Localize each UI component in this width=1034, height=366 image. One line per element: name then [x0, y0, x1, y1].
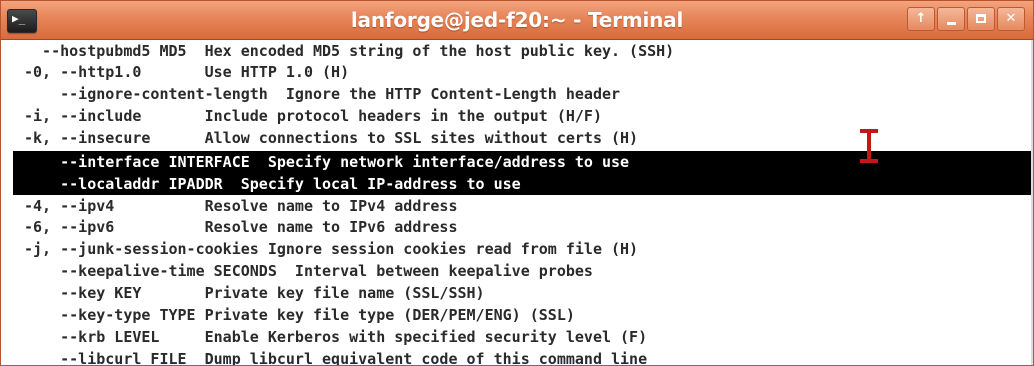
- terminal-line-text: --localaddr IPADDR Specify local IP-addr…: [24, 175, 521, 193]
- scrollbar-edge[interactable]: [1031, 40, 1033, 365]
- terminal-line: --hostpubmd5 MD5 Hex encoded MD5 string …: [1, 40, 1033, 62]
- terminal-line-text: -k, --insecure Allow connections to SSL …: [24, 129, 639, 147]
- terminal-line-text: --hostpubmd5 MD5 Hex encoded MD5 string …: [24, 42, 675, 60]
- terminal-output[interactable]: --hostpubmd5 MD5 Hex encoded MD5 string …: [1, 40, 1033, 366]
- arrow-up-label: ↑: [915, 11, 927, 26]
- terminal-line-text: -6, --ipv6 Resolve name to IPv6 address: [24, 218, 458, 236]
- terminal-line-text: --libcurl FILE Dump libcurl equivalent c…: [24, 350, 648, 366]
- text-cursor-icon: [860, 129, 882, 167]
- terminal-line: -6, --ipv6 Resolve name to IPv6 address: [1, 216, 1033, 238]
- terminal-line-text: -4, --ipv4 Resolve name to IPv4 address: [24, 197, 458, 215]
- terminal-line-text: --ignore-content-length Ignore the HTTP …: [24, 85, 621, 103]
- terminal-line-text: --krb LEVEL Enable Kerberos with specifi…: [24, 328, 648, 346]
- terminal-line-text: --keepalive-time SECONDS Interval betwee…: [24, 262, 593, 280]
- maximize-icon[interactable]: [967, 7, 995, 31]
- terminal-line: -j, --junk-session-cookies Ignore sessio…: [1, 238, 1033, 260]
- terminal-line: --key-type TYPE Private key file type (D…: [1, 304, 1033, 326]
- terminal-line: -4, --ipv4 Resolve name to IPv4 address: [1, 195, 1033, 217]
- terminal-line-selected[interactable]: --localaddr IPADDR Specify local IP-addr…: [13, 173, 1033, 195]
- terminal-line: -0, --http1.0 Use HTTP 1.0 (H): [1, 61, 1033, 83]
- terminal-line: --libcurl FILE Dump libcurl equivalent c…: [1, 348, 1033, 366]
- terminal-line-text: -j, --junk-session-cookies Ignore sessio…: [24, 240, 639, 258]
- text-cursor-stem: [867, 131, 871, 161]
- terminal-line-text: --interface INTERFACE Specify network in…: [24, 153, 630, 171]
- minimize-icon[interactable]: [937, 7, 965, 31]
- arrow-up-icon[interactable]: ↑: [907, 7, 935, 31]
- terminal-line-text: --key KEY Private key file name (SSL/SSH…: [24, 284, 485, 302]
- terminal-line: --krb LEVEL Enable Kerberos with specifi…: [1, 326, 1033, 348]
- terminal-line: --keepalive-time SECONDS Interval betwee…: [1, 260, 1033, 282]
- terminal-window: ▶_ lanforge@jed-f20:~ - Terminal ↑ ✕ --h…: [0, 0, 1034, 366]
- minimize-bar: [947, 22, 956, 25]
- maximize-box: [976, 14, 986, 23]
- terminal-line: --key KEY Private key file name (SSL/SSH…: [1, 282, 1033, 304]
- window-title: lanforge@jed-f20:~ - Terminal: [350, 8, 684, 32]
- title-bar[interactable]: ▶_ lanforge@jed-f20:~ - Terminal ↑ ✕: [1, 1, 1033, 40]
- text-cursor-shadow: [860, 163, 882, 167]
- terminal-line-text: --key-type TYPE Private key file type (D…: [24, 306, 575, 324]
- window-controls: ↑ ✕: [905, 7, 1025, 31]
- terminal-line-selected[interactable]: --interface INTERFACE Specify network in…: [13, 151, 1033, 173]
- close-icon[interactable]: ✕: [997, 7, 1025, 31]
- terminal-line-text: -0, --http1.0 Use HTTP 1.0 (H): [24, 63, 350, 81]
- terminal-line-text: -i, --include Include protocol headers i…: [24, 107, 602, 125]
- terminal-line: -i, --include Include protocol headers i…: [1, 105, 1033, 127]
- terminal-line: --ignore-content-length Ignore the HTTP …: [1, 83, 1033, 105]
- close-label: ✕: [1005, 11, 1017, 26]
- terminal-line: -k, --insecure Allow connections to SSL …: [1, 127, 1033, 149]
